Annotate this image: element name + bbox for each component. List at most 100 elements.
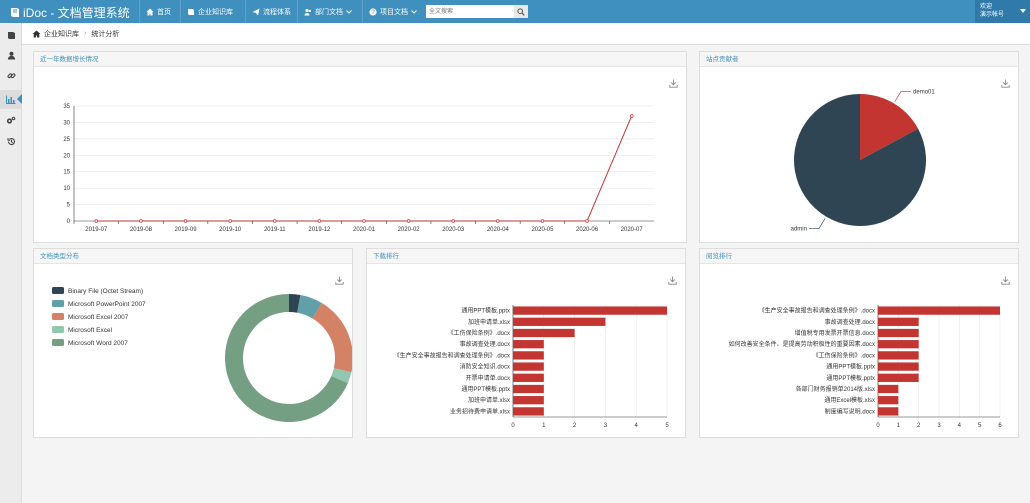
caret-down-icon bbox=[1020, 9, 1026, 13]
bar bbox=[513, 317, 606, 326]
x-tick-label: 2020-03 bbox=[442, 227, 465, 233]
legend-label: Binary File (Octet Stream) bbox=[68, 288, 143, 295]
data-point bbox=[406, 219, 411, 223]
legend-label: Microsoft Word 2007 bbox=[68, 340, 128, 347]
x-tick-label: 6 bbox=[998, 423, 1002, 429]
y-tick-label: 通用PPT模板.pptx bbox=[826, 374, 875, 382]
x-tick-label: 2020-05 bbox=[531, 227, 554, 233]
sidebar-item-history[interactable] bbox=[0, 132, 22, 151]
active-indicator bbox=[17, 94, 22, 104]
y-tick-label: 消防安全知识.docx bbox=[460, 363, 510, 371]
y-tick-label: 如何改善安全条件、是提高劳动积极性的重要因素.docx bbox=[729, 340, 875, 348]
x-tick-label: 0 bbox=[511, 423, 515, 429]
y-tick-label: 通用PPT模板.pptx bbox=[461, 385, 510, 393]
y-tick-label: 30 bbox=[63, 120, 70, 126]
x-tick-label: 4 bbox=[635, 423, 639, 429]
y-tick-label: 25 bbox=[63, 137, 70, 143]
y-tick-label: 各部门财务报销单2014版.xlsx bbox=[796, 385, 875, 393]
breadcrumb-home[interactable]: 企业知识库 bbox=[44, 29, 79, 39]
x-tick-label: 2019-12 bbox=[308, 227, 331, 233]
y-tick-label: 事故调查处理.docx bbox=[460, 340, 510, 348]
bar bbox=[513, 351, 544, 360]
slice-label: demo01 bbox=[913, 89, 935, 95]
sidebar-item-settings[interactable] bbox=[0, 111, 22, 130]
user-menu[interactable]: 欢迎 演示帐号 bbox=[975, 0, 1030, 23]
search-button[interactable] bbox=[514, 5, 528, 18]
growth-panel: 近一年数据增长情况 0 5 10 15 20 25 30 35 2019-07 2019-08 20… bbox=[33, 51, 687, 243]
nav-process[interactable]: 流程体系 bbox=[245, 0, 297, 23]
nav-home-label: 首页 bbox=[157, 8, 171, 16]
link-icon bbox=[7, 73, 15, 79]
book-icon bbox=[11, 8, 19, 17]
sidebar-item-users[interactable] bbox=[0, 46, 22, 65]
legend-label: Microsoft Excel bbox=[68, 327, 113, 334]
x-tick-label: 3 bbox=[604, 423, 608, 429]
data-point bbox=[228, 219, 232, 223]
y-tick-label: 增值税专用发票开票信息.docx bbox=[795, 329, 875, 337]
bar bbox=[513, 407, 544, 416]
slice-label: admin bbox=[791, 227, 807, 233]
data-point bbox=[585, 219, 589, 223]
x-tick-label: 2019-10 bbox=[219, 227, 242, 233]
bar bbox=[513, 328, 575, 338]
bar bbox=[513, 340, 544, 349]
breadcrumb-current: 统计分析 bbox=[91, 30, 120, 38]
nav-project-docs[interactable]: ? 项目文档 bbox=[362, 0, 423, 23]
users-icon bbox=[304, 8, 312, 15]
bar bbox=[513, 373, 544, 382]
bar bbox=[878, 396, 899, 405]
bar bbox=[878, 362, 919, 371]
nav-department-docs-label: 部门文档 bbox=[315, 8, 343, 16]
downloads-bar-chart: 0 1 2 3 4 5 通用PPT模板.pptx 加班申请单.xlsx 《工伤保险条例》.doc… bbox=[394, 305, 669, 429]
x-tick-label: 5 bbox=[665, 423, 669, 429]
y-tick-label: 通用PPT模板.pptx bbox=[461, 307, 510, 315]
series-line bbox=[96, 115, 633, 222]
x-tick-label: 5 bbox=[978, 423, 982, 429]
nav-knowledge-base[interactable]: 企业知识库 bbox=[180, 0, 239, 23]
nav-knowledge-base-label: 企业知识库 bbox=[198, 8, 233, 16]
y-tick-label: 加班申请单.xlsx bbox=[468, 396, 510, 404]
data-point bbox=[496, 219, 500, 223]
gears-icon bbox=[6, 116, 16, 124]
bar bbox=[878, 340, 919, 349]
x-tick-label: 1 bbox=[897, 423, 901, 429]
x-tick-label: 0 bbox=[876, 423, 880, 429]
bar bbox=[878, 384, 899, 394]
bar bbox=[513, 396, 544, 405]
legend-label: Microsoft PowerPoint 2007 bbox=[68, 301, 146, 308]
y-tick-label: 35 bbox=[63, 104, 70, 110]
y-tick-label: 5 bbox=[67, 203, 71, 209]
y-tick-label: 20 bbox=[63, 153, 70, 159]
data-point bbox=[317, 219, 322, 223]
slice-leader-line bbox=[808, 218, 826, 230]
views-panel: 阅览排行 0 1 2 3 4 5 6 《生产安全事故报告和调查处理条例》.docx 事故调查处理… bbox=[699, 248, 1019, 438]
sidebar-item-documents[interactable] bbox=[0, 26, 22, 45]
bar bbox=[878, 328, 919, 338]
chevron-down-icon bbox=[411, 9, 417, 14]
data-point bbox=[629, 114, 634, 118]
search-input[interactable] bbox=[426, 5, 514, 18]
data-point bbox=[362, 219, 366, 223]
x-tick-label: 1 bbox=[542, 423, 546, 429]
nav-department-docs[interactable]: 部门文档 bbox=[297, 0, 358, 23]
y-tick-label: 业务招待费申请单.xlsx bbox=[450, 407, 510, 415]
sidebar bbox=[0, 23, 22, 503]
growth-line-chart: 0 5 10 15 20 25 30 35 2019-07 2019-08 2019-09 2019-… bbox=[63, 104, 654, 233]
downloads-panel-title: 下载排行 bbox=[367, 249, 685, 264]
x-tick-label: 4 bbox=[958, 423, 962, 429]
sites-panel-title: 站点贡献者 bbox=[700, 52, 1018, 67]
types-panel: 文档类型分布 Binary File (Octet Stream) Microso… bbox=[33, 248, 353, 438]
data-point bbox=[540, 219, 545, 223]
data-point bbox=[183, 219, 188, 223]
y-tick-label: 《工伤保险条例》.docx bbox=[448, 329, 510, 337]
send-icon bbox=[252, 8, 260, 15]
brand[interactable]: iDoc - 文档管理系统 bbox=[10, 4, 130, 21]
y-tick-label: 事故调查处理.docx bbox=[825, 318, 875, 326]
x-tick-label: 2020-02 bbox=[398, 227, 421, 233]
donut-slice bbox=[312, 303, 352, 373]
bar bbox=[878, 407, 899, 416]
nav-home[interactable]: 首页 bbox=[139, 0, 177, 23]
x-tick-label: 2020-04 bbox=[487, 227, 510, 233]
sidebar-item-links[interactable] bbox=[0, 66, 22, 85]
x-tick-label: 2 bbox=[917, 423, 921, 429]
